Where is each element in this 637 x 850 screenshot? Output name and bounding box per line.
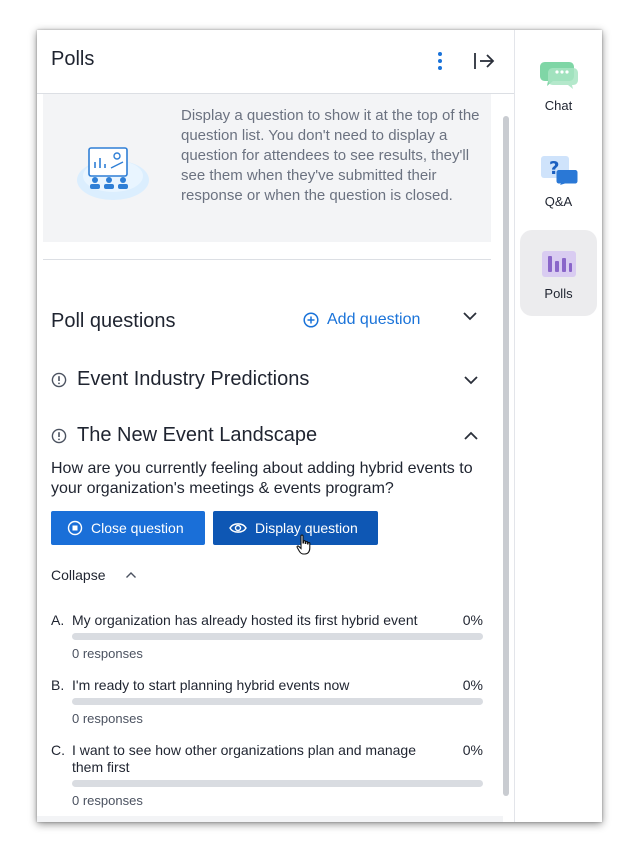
polls-window: Polls Display a question to show it at t…	[37, 30, 602, 822]
eye-icon	[229, 523, 247, 533]
option-label: I'm ready to start planning hybrid event…	[72, 677, 350, 693]
collapse-panel-icon[interactable]	[471, 49, 497, 73]
poll-option: B. I'm ready to start planning hybrid ev…	[51, 677, 483, 727]
question-title: Event Industry Predictions	[77, 368, 310, 390]
question-text: How are you currently feeling about addi…	[51, 460, 473, 497]
rail-divider	[514, 30, 515, 822]
list-bottom-edge	[37, 816, 503, 822]
more-options-icon[interactable]	[433, 50, 447, 72]
collapse-label: Collapse	[51, 567, 106, 583]
question-row-new-event-landscape[interactable]: The New Event Landscape	[51, 424, 317, 447]
option-progress-bar	[72, 780, 483, 787]
rail-label: Chat	[544, 98, 573, 113]
option-letter: C.	[51, 742, 65, 758]
question-row-event-industry-predictions[interactable]: Event Industry Predictions	[51, 368, 309, 391]
close-question-label: Close question	[91, 520, 184, 536]
rail-item-chat[interactable]: Chat	[520, 58, 597, 118]
close-question-button[interactable]: Close question	[51, 511, 205, 545]
add-circle-icon	[303, 312, 319, 328]
poll-option: A. My organization has already hosted it…	[51, 612, 483, 662]
rail-item-polls[interactable]: Polls	[520, 230, 597, 316]
presentation-illustration-icon	[77, 147, 149, 200]
page-title: Polls	[51, 48, 95, 70]
question-title: The New Event Landscape	[77, 424, 318, 446]
option-progress-bar	[72, 698, 483, 705]
add-question-label: Add question	[327, 311, 421, 328]
rail-label: Q&A	[544, 194, 573, 209]
polls-panel: Polls Display a question to show it at t…	[37, 30, 514, 822]
chevron-down-icon[interactable]	[462, 311, 478, 321]
poll-option: C. I want to see how other organizations…	[51, 742, 483, 812]
poll-questions-heading: Poll questions	[51, 310, 176, 332]
section-divider	[43, 259, 491, 260]
alert-circle-icon	[51, 372, 67, 387]
option-progress-bar	[72, 633, 483, 640]
option-percent: 0%	[462, 612, 483, 628]
option-label: I want to see how other organizations pl…	[72, 742, 417, 775]
collapse-toggle[interactable]: Collapse	[51, 567, 137, 583]
option-letter: A.	[51, 612, 65, 628]
stop-circle-icon	[67, 520, 83, 536]
scrollbar[interactable]	[503, 116, 509, 796]
option-letter: B.	[51, 677, 65, 693]
polls-icon	[541, 251, 576, 277]
hand-pointer-icon	[296, 534, 311, 555]
option-responses: 0 responses	[72, 711, 143, 726]
alert-circle-icon	[51, 428, 67, 443]
option-responses: 0 responses	[72, 646, 143, 661]
qa-icon: ?	[540, 156, 577, 185]
rail-label: Polls	[544, 286, 573, 301]
option-responses: 0 responses	[72, 793, 143, 808]
option-percent: 0%	[462, 742, 483, 758]
rail-item-qa[interactable]: ? Q&A	[520, 154, 597, 214]
add-question-button[interactable]: Add question	[303, 311, 420, 329]
chevron-down-icon[interactable]	[463, 375, 479, 385]
chevron-up-icon	[126, 572, 137, 578]
chat-icon	[539, 62, 578, 89]
option-label: My organization has already hosted its f…	[72, 612, 418, 628]
chevron-up-icon[interactable]	[463, 431, 479, 441]
panel-header: Polls	[37, 30, 514, 94]
info-text: Display a question to show it at the top…	[181, 107, 480, 204]
info-card: Display a question to show it at the top…	[43, 94, 491, 242]
option-percent: 0%	[462, 677, 483, 693]
